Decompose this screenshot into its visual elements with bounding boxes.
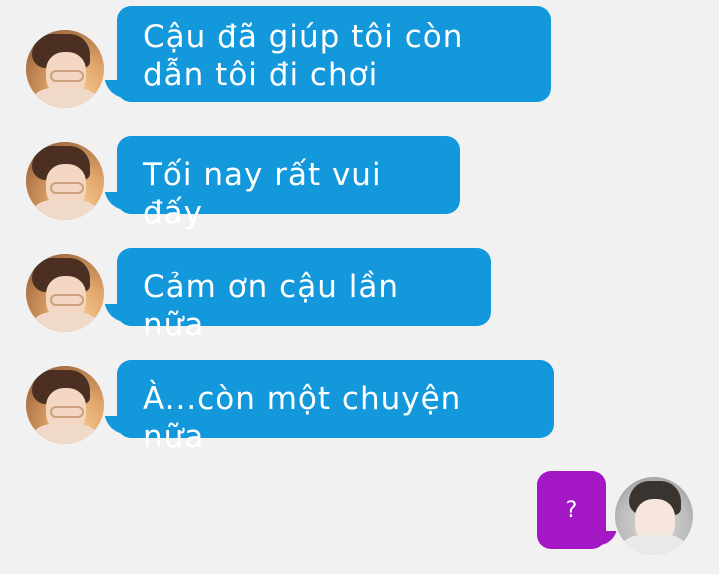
- glasses-icon: [50, 182, 84, 194]
- avatar[interactable]: [26, 142, 104, 220]
- message-bubble[interactable]: Cậu đã giúp tôi còn dẫn tôi đi chơi: [117, 6, 551, 102]
- glasses-icon: [50, 294, 84, 306]
- avatar-shoulder: [26, 312, 104, 332]
- message-text: À...còn một chuyện nữa: [143, 381, 462, 455]
- avatar[interactable]: [26, 366, 104, 444]
- message-text: Cảm ơn cậu lần nữa: [143, 269, 399, 343]
- message-text: Cậu đã giúp tôi còn dẫn tôi đi chơi: [143, 19, 464, 93]
- message-text: Tối nay rất vui đấy: [143, 157, 382, 231]
- message-bubble[interactable]: À...còn một chuyện nữa: [117, 360, 554, 455]
- message-text: ?: [565, 497, 578, 523]
- glasses-icon: [50, 70, 84, 82]
- avatar[interactable]: [26, 254, 104, 332]
- glasses-icon: [50, 406, 84, 418]
- avatar[interactable]: [615, 477, 693, 555]
- message-bubble[interactable]: Cảm ơn cậu lần nữa: [117, 248, 491, 343]
- avatar-shoulder: [26, 424, 104, 444]
- message-bubble-outgoing[interactable]: ?: [537, 471, 606, 549]
- message-bubble[interactable]: Tối nay rất vui đấy: [117, 136, 460, 231]
- avatar[interactable]: [26, 30, 104, 108]
- avatar-shoulder: [615, 535, 693, 555]
- avatar-shoulder: [26, 200, 104, 220]
- avatar-shoulder: [26, 88, 104, 108]
